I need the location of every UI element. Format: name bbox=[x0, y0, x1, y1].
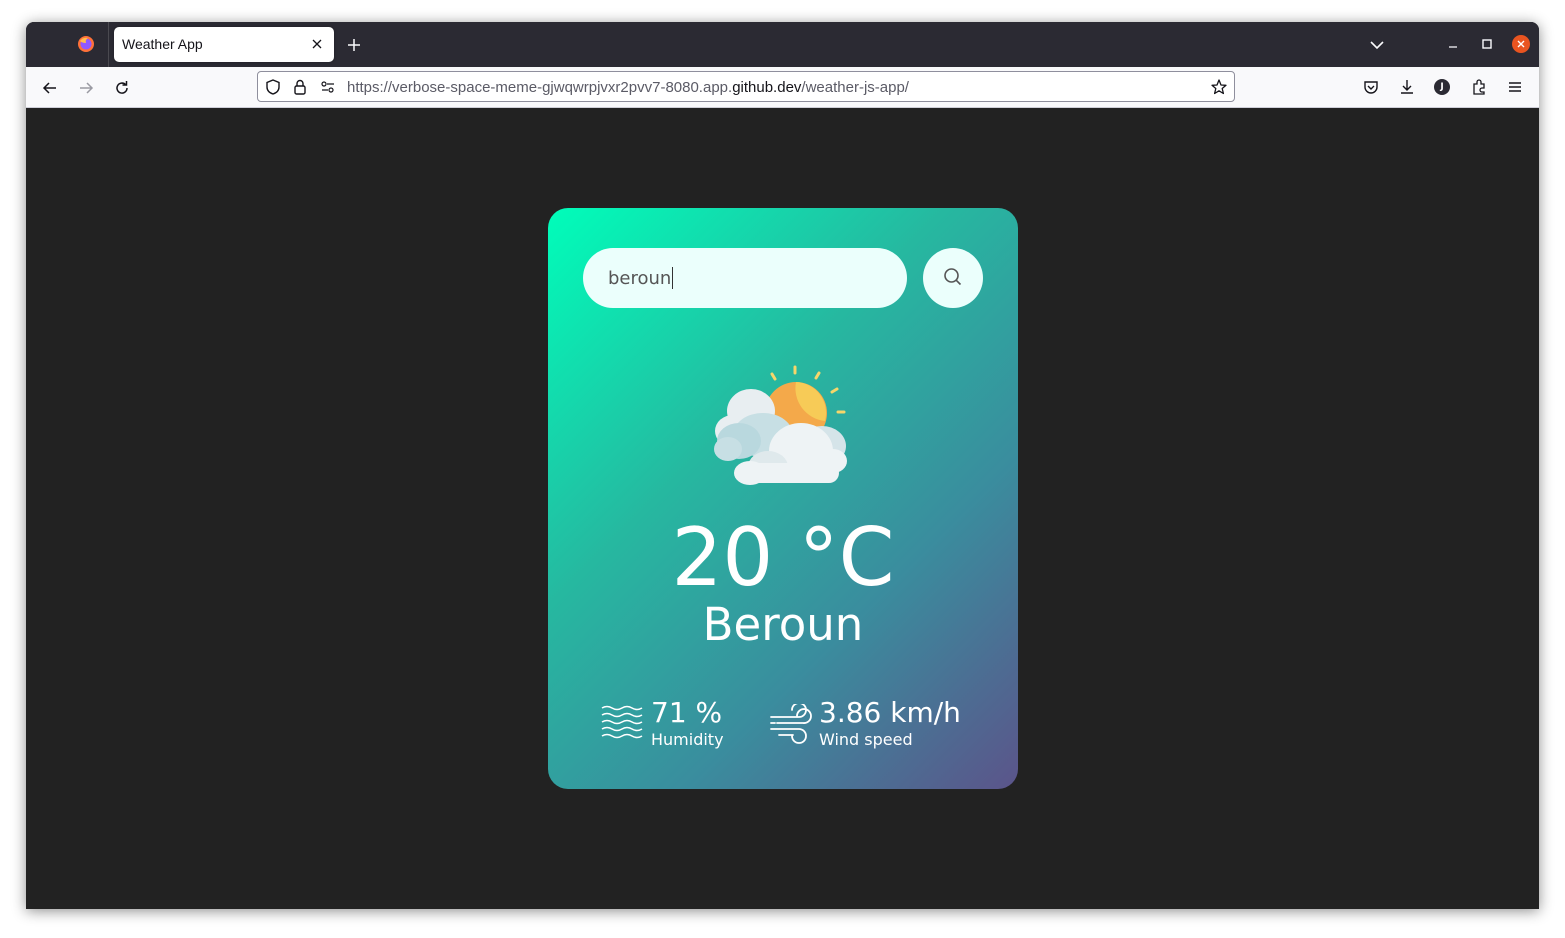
url-prefix: https://verbose-space-meme-gjwqwrpjvxr2p… bbox=[347, 79, 733, 96]
humidity-label: Humidity bbox=[651, 730, 724, 749]
url-bar[interactable]: https://verbose-space-meme-gjwqwrpjvxr2p… bbox=[257, 71, 1235, 102]
forward-icon[interactable] bbox=[76, 78, 96, 98]
back-icon[interactable] bbox=[40, 78, 60, 98]
wind-icon bbox=[770, 704, 812, 744]
permissions-icon[interactable] bbox=[319, 78, 337, 96]
browser-window: Weather App https://verbose-space-meme-g… bbox=[26, 22, 1539, 909]
city-name: Beroun bbox=[702, 598, 864, 651]
url-path: /weather-js-app/ bbox=[801, 79, 909, 96]
url-text: https://verbose-space-meme-gjwqwrpjvxr2p… bbox=[347, 79, 909, 96]
extensions-icon[interactable] bbox=[1469, 77, 1489, 97]
page-content: 20 °C Beroun 71 % Humidity bbox=[26, 108, 1539, 909]
reload-icon[interactable] bbox=[112, 78, 132, 98]
text-caret bbox=[672, 267, 673, 289]
shield-icon[interactable] bbox=[264, 78, 282, 96]
url-host: github.dev bbox=[732, 79, 802, 96]
humidity-icon bbox=[601, 705, 643, 739]
maximize-icon[interactable] bbox=[1478, 35, 1496, 53]
weather-card: 20 °C Beroun 71 % Humidity bbox=[548, 208, 1018, 789]
close-tab-icon[interactable] bbox=[308, 35, 326, 53]
chevron-down-icon[interactable] bbox=[1368, 36, 1386, 54]
tab-bar: Weather App bbox=[26, 22, 1539, 67]
firefox-icon[interactable] bbox=[77, 35, 95, 53]
lock-icon[interactable] bbox=[291, 78, 309, 96]
minimize-icon[interactable] bbox=[1444, 35, 1462, 53]
navigation-toolbar: https://verbose-space-meme-gjwqwrpjvxr2p… bbox=[26, 67, 1539, 108]
sun-behind-clouds-icon bbox=[714, 365, 847, 485]
new-tab-icon[interactable] bbox=[344, 35, 364, 55]
city-search-input[interactable] bbox=[583, 248, 907, 308]
search-button[interactable] bbox=[923, 248, 983, 308]
download-icon[interactable] bbox=[1397, 77, 1417, 97]
humidity-value: 71 % bbox=[651, 696, 723, 729]
menu-icon[interactable] bbox=[1505, 77, 1525, 97]
search-icon bbox=[944, 268, 962, 286]
close-window-icon[interactable] bbox=[1512, 35, 1530, 53]
pocket-icon[interactable] bbox=[1361, 77, 1381, 97]
bookmark-star-icon[interactable] bbox=[1210, 78, 1228, 96]
tab-title: Weather App bbox=[122, 36, 203, 52]
wind-speed-label: Wind speed bbox=[819, 730, 913, 749]
temperature-value: 20 °C bbox=[671, 511, 895, 604]
tab-separator bbox=[108, 22, 109, 67]
wind-speed-value: 3.86 km/h bbox=[819, 696, 961, 729]
account-avatar[interactable]: J bbox=[1434, 79, 1450, 95]
tab-weather-app[interactable]: Weather App bbox=[114, 27, 334, 62]
